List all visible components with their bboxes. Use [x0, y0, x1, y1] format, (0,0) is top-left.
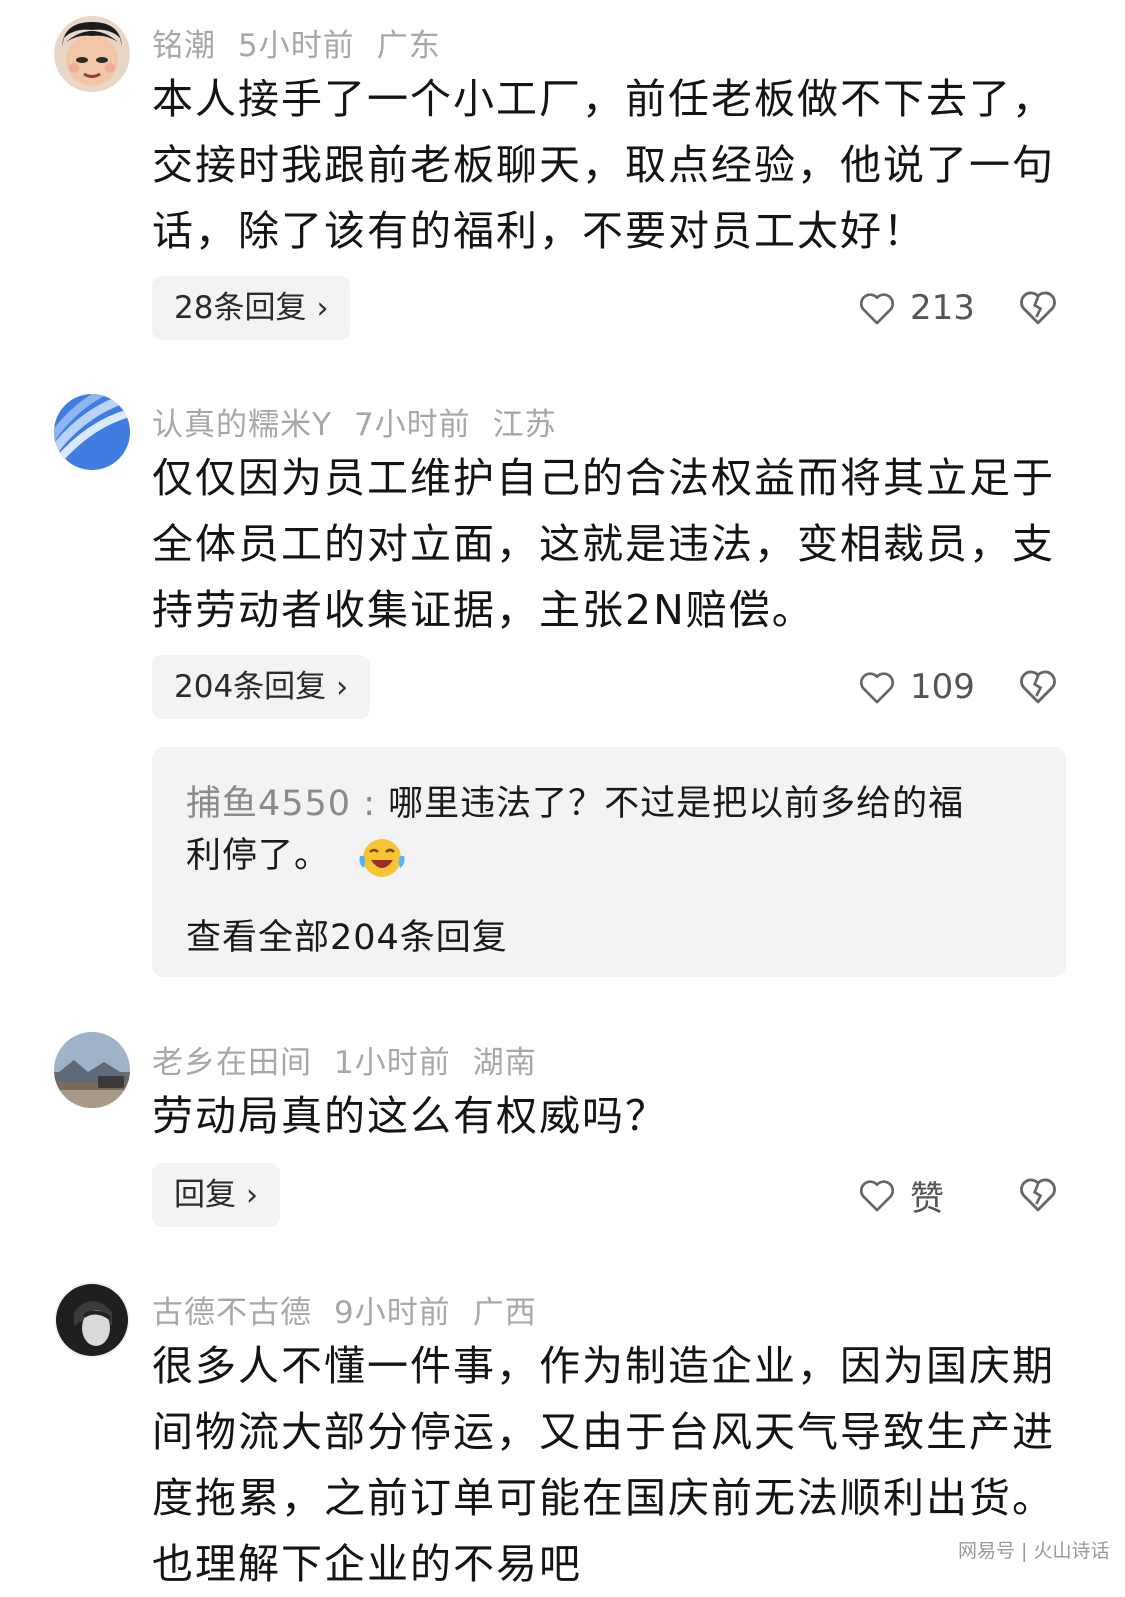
chevron-right-icon: ›: [246, 1178, 258, 1213]
location: 广西: [472, 1295, 537, 1331]
comment-meta: 铭潮 5小时前 广东: [152, 20, 463, 65]
like-button[interactable]: 赞: [858, 1175, 944, 1219]
comment-line: 度拖累，之前订单可能在国庆前无法顺利出货。: [152, 1474, 1055, 1522]
timestamp: 9小时前: [334, 1295, 451, 1331]
comment-text: 本人接手了一个小工厂，前任老板做不下去了， 交接时我跟前老板聊天，取点经验，他说…: [152, 66, 1082, 264]
broken-heart-icon: [1020, 291, 1056, 325]
chevron-right-icon: ›: [316, 291, 329, 326]
avatar[interactable]: [54, 1032, 130, 1108]
avatar[interactable]: [54, 1282, 130, 1358]
location: 广东: [376, 28, 441, 64]
reply-label: 回复: [174, 1177, 236, 1213]
comment-line: 很多人不懂一件事，作为制造企业，因为国庆期: [152, 1342, 1055, 1390]
comment-text: 很多人不懂一件事，作为制造企业，因为国庆期 间物流大部分停运，又由于台风天气导致…: [152, 1333, 1082, 1597]
comment-line: 间物流大部分停运，又由于台风天气导致生产进: [152, 1408, 1055, 1456]
view-replies-button[interactable]: 204条回复 ›: [152, 655, 371, 719]
comment-meta: 老乡在田间 1小时前 湖南: [152, 1037, 559, 1082]
username[interactable]: 认真的糯米Y: [152, 407, 332, 443]
comment-text: 劳动局真的这么有权威吗？: [152, 1083, 1082, 1149]
comment-line: 本人接手了一个小工厂，前任老板做不下去了，: [152, 75, 1055, 123]
watermark: 网易号 | 火山诗话: [958, 1540, 1110, 1562]
comment-line: 交接时我跟前老板聊天，取点经验，他说了一句: [152, 141, 1055, 189]
location: 湖南: [472, 1045, 537, 1081]
reply-count-label: 204条回复: [174, 669, 327, 705]
dislike-button[interactable]: [1018, 667, 1060, 707]
avatar[interactable]: [54, 394, 130, 470]
heart-icon: [859, 1180, 895, 1212]
like-label: 赞: [910, 1178, 944, 1219]
like-button[interactable]: 109: [858, 667, 975, 707]
laughing-emoji-icon: [359, 839, 405, 877]
timestamp: 7小时前: [353, 407, 471, 443]
comment-line: 劳动局真的这么有权威吗？: [152, 1092, 668, 1140]
timestamp: 5小时前: [238, 28, 355, 64]
sub-reply-text: 哪里违法了？不过是把以前多给的福: [388, 784, 965, 824]
comment-line: 话，除了该有的福利，不要对员工太好！: [152, 207, 926, 255]
like-count: 213: [910, 288, 975, 328]
comment-meta: 认真的糯米Y 7小时前 江苏: [152, 399, 579, 444]
heart-icon: [859, 293, 895, 325]
username[interactable]: 古德不古德: [152, 1295, 312, 1331]
comment-line: 全体员工的对立面，这就是违法，变相裁员，支: [152, 520, 1055, 568]
dislike-button[interactable]: [1018, 288, 1060, 328]
comment-line: 仅仅因为员工维护自己的合法权益而将其立足于: [152, 454, 1055, 502]
view-all-replies-link[interactable]: 查看全部204条回复: [186, 909, 508, 960]
broken-heart-icon: [1020, 670, 1056, 704]
chevron-right-icon: ›: [336, 670, 349, 705]
dislike-button[interactable]: [1018, 1175, 1060, 1215]
like-count: 109: [910, 667, 975, 707]
like-button[interactable]: 213: [858, 288, 975, 328]
sub-reply-line: 利停了。: [186, 827, 408, 880]
username[interactable]: 老乡在田间: [152, 1045, 312, 1081]
sub-reply-line: 捕鱼4550 : 哪里违法了？不过是把以前多给的福: [186, 775, 964, 826]
comment-line: 持劳动者收集证据，主张2N赔偿。: [152, 586, 815, 634]
timestamp: 1小时前: [334, 1045, 451, 1081]
comment-text: 仅仅因为员工维护自己的合法权益而将其立足于 全体员工的对立面，这就是违法，变相裁…: [152, 445, 1082, 643]
location: 江苏: [492, 407, 557, 443]
reply-button[interactable]: 回复 ›: [152, 1163, 280, 1227]
avatar[interactable]: [54, 16, 130, 92]
reply-count-label: 28条回复: [174, 290, 307, 326]
sub-reply-text: 利停了。: [186, 836, 331, 876]
sub-reply-separator: :: [351, 784, 389, 824]
sub-reply-username[interactable]: 捕鱼4550: [186, 784, 351, 824]
comment-meta: 古德不古德 9小时前 广西: [152, 1287, 559, 1332]
comment-line: 也理解下企业的不易吧: [152, 1540, 582, 1588]
view-replies-button[interactable]: 28条回复 ›: [152, 276, 351, 340]
heart-icon: [859, 672, 895, 704]
username[interactable]: 铭潮: [152, 28, 216, 64]
sub-reply-box: 捕鱼4550 : 哪里违法了？不过是把以前多给的福 利停了。 查看全部204条回…: [152, 747, 1066, 977]
broken-heart-icon: [1020, 1178, 1056, 1212]
